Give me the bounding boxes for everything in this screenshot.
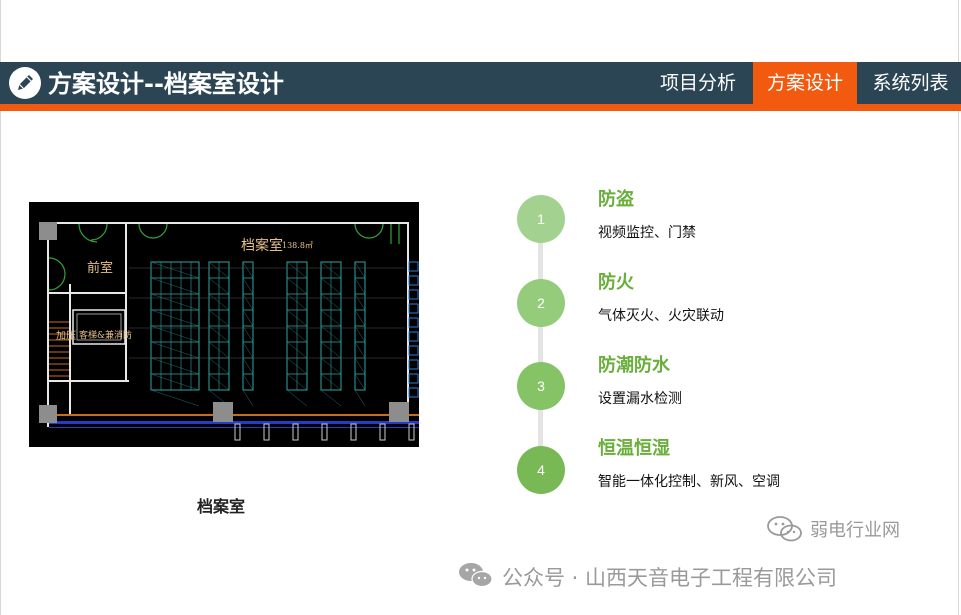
image-caption: 档案室	[197, 497, 246, 516]
step-1-number: 1	[517, 195, 565, 243]
feature-title-fire: 防火	[598, 272, 634, 293]
room-label: 档案室	[241, 238, 283, 254]
tab-project-analysis[interactable]: 项目分析	[648, 62, 748, 104]
pressurization-label: 加压	[56, 331, 76, 342]
feature-desc-anti-theft: 视频监控、门禁	[598, 225, 696, 241]
tab-system-list[interactable]: 系统列表	[860, 62, 961, 104]
floor-plan-image: 档案室 138.8㎡ 前室 加压 客梯&兼消防	[29, 202, 419, 447]
lift-label: 客梯&兼消防	[79, 331, 133, 341]
feature-title-moisture: 防潮防水	[598, 355, 670, 376]
feature-title-anti-theft: 防盗	[598, 189, 634, 210]
wechat-icon	[459, 563, 493, 588]
page-title: 方案设计--档案室设计	[48, 70, 284, 98]
feature-desc-fire: 气体灭火、火灾联动	[598, 308, 724, 324]
front-room-label: 前室	[87, 261, 114, 276]
feature-title-climate: 恒温恒湿	[598, 438, 670, 459]
feature-desc-climate: 智能一体化控制、新风、空调	[598, 474, 780, 490]
room-area: 138.8㎡	[282, 241, 313, 250]
floor-plan-drawing	[29, 202, 419, 447]
watermark-site: 弱电行业网	[810, 520, 900, 541]
feature-desc-moisture: 设置漏水检测	[598, 391, 682, 407]
step-4-number: 4	[517, 446, 565, 494]
watermark-account: 公众号 · 山西天音电子工程有限公司	[502, 566, 838, 590]
step-2-number: 2	[517, 279, 565, 327]
tab-solution-design[interactable]: 方案设计	[753, 62, 857, 111]
timeline-line	[538, 220, 543, 468]
pencil-icon	[9, 67, 41, 99]
step-3-number: 3	[517, 362, 565, 410]
wechat-icon	[767, 516, 802, 542]
